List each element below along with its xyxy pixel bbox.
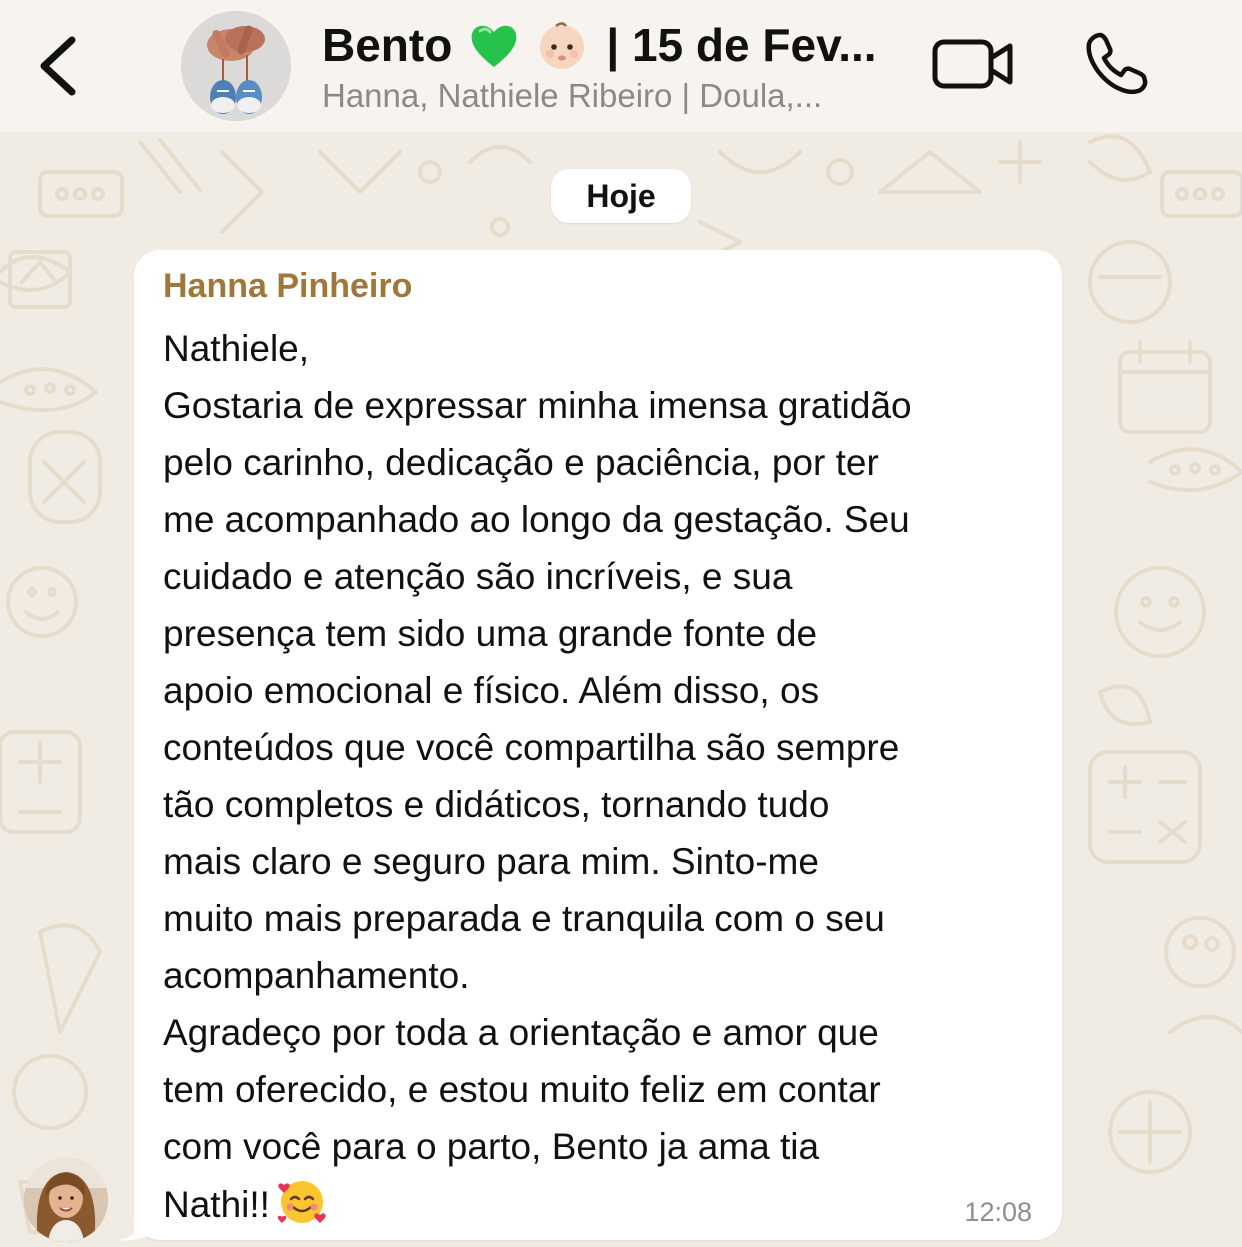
bubble-tail [114,1212,154,1241]
phone-icon [1086,32,1148,95]
date-separator: Hoje [551,169,691,223]
smiling-face-with-hearts-icon [277,1181,326,1223]
message-time: 12:08 [964,1197,1032,1227]
message-line: presença tem sido uma grande fonte de [163,613,818,654]
message-line: pelo carinho, dedicação e paciência, por… [163,442,879,483]
message-line: mais claro e seguro para mim. Sinto-me [163,841,819,882]
video-camera-icon [932,39,1013,89]
message-line: Nathiele, [163,328,310,369]
chevron-left-icon [40,36,76,96]
chat-title-main: Bento [322,19,453,71]
chat-header: Bento | 15 de Fev... Hanna, Nathiele Rib… [0,0,1242,132]
message-line: com você para o parto, Bento ja ama tia [163,1126,820,1167]
message-line: apoio emocional e físico. Além disso, os [163,670,820,711]
message-line-text: Nathi!! [163,1184,270,1225]
chat-title-area[interactable]: Bento | 15 de Fev... Hanna, Nathiele Rib… [322,14,912,116]
message-bubble[interactable]: Hanna Pinheiro Nathiele, Gostaria de exp… [134,250,1062,1240]
chat-title: Bento | 15 de Fev... [322,14,912,76]
group-avatar[interactable] [181,11,291,121]
message-line: cuidado e atenção são incríveis, e sua [163,556,793,597]
message-line: muito mais preparada e tranquila com o s… [163,898,885,939]
green-heart-icon [471,25,517,67]
message-line-last: Nathi!! [163,1175,1043,1233]
message-line: Gostaria de expressar minha imensa grati… [163,385,912,426]
voice-call-button[interactable] [1084,30,1150,96]
sender-avatar[interactable] [24,1158,108,1242]
message-text: Nathiele, Gostaria de expressar minha im… [163,320,1043,1233]
sender-name[interactable]: Hanna Pinheiro [163,266,412,306]
message-line: tão completos e didáticos, tornando tudo [163,784,830,825]
group-avatar-image [181,11,291,121]
message-line: Agradeço por toda a orientação e amor qu… [163,1012,879,1053]
message-line: tem oferecido, e estou muito feliz em co… [163,1069,881,1110]
sender-avatar-image [24,1158,108,1242]
chat-title-suffix: | 15 de Fev... [606,19,877,71]
message-line: acompanhamento. [163,955,470,996]
video-call-button[interactable] [930,36,1016,92]
baby-face-icon [540,22,585,69]
chat-area[interactable]: Hoje Hanna Pinheiro Nathiele, Gostaria d… [0,132,1242,1247]
message-line: me acompanhado ao longo da gestação. Seu [163,499,910,540]
chat-participants: Hanna, Nathiele Ribeiro | Doula,... [322,77,823,114]
back-button[interactable] [30,30,90,102]
message-line: conteúdos que você compartilha são sempr… [163,727,900,768]
